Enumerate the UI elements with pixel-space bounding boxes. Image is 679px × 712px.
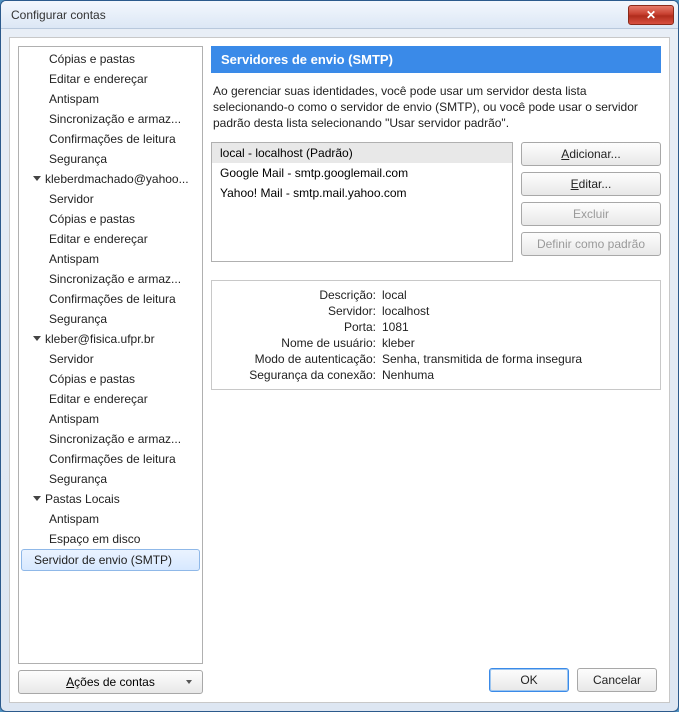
tree-item[interactable]: Editar e endereçar: [19, 69, 202, 89]
tree-item[interactable]: Editar e endereçar: [19, 389, 202, 409]
tree-item[interactable]: Confirmações de leitura: [19, 289, 202, 309]
tree-item[interactable]: Servidor: [19, 349, 202, 369]
smtp-panel: Servidores de envio (SMTP) Ao gerenciar …: [211, 46, 661, 694]
tree-item[interactable]: Cópias e pastas: [19, 209, 202, 229]
detail-row-description: Descrição: local: [222, 287, 650, 303]
tree-account-group[interactable]: kleber@fisica.ufpr.br: [19, 329, 202, 349]
account-actions-button[interactable]: Ações de contas: [18, 670, 203, 694]
tree-item[interactable]: Confirmações de leitura: [19, 129, 202, 149]
detail-row-username: Nome de usuário: kleber: [222, 335, 650, 351]
chevron-down-icon: [33, 336, 41, 341]
panel-description: Ao gerenciar suas identidades, você pode…: [211, 73, 661, 142]
close-icon: ✕: [646, 8, 656, 22]
tree-item[interactable]: Sincronização e armaz...: [19, 269, 202, 289]
detail-label: Modo de autenticação:: [222, 352, 382, 366]
smtp-details: Descrição: local Servidor: localhost Por…: [211, 280, 661, 390]
smtp-server-item[interactable]: Yahoo! Mail - smtp.mail.yahoo.com: [212, 183, 512, 203]
chevron-down-icon: [186, 680, 192, 684]
tree-item-smtp[interactable]: Servidor de envio (SMTP): [21, 549, 200, 571]
detail-row-auth-mode: Modo de autenticação: Senha, transmitida…: [222, 351, 650, 367]
detail-label: Descrição:: [222, 288, 382, 302]
smtp-server-item[interactable]: local - localhost (Padrão): [212, 143, 512, 163]
tree-item[interactable]: Antispam: [19, 409, 202, 429]
tree-item[interactable]: Sincronização e armaz...: [19, 109, 202, 129]
detail-value: 1081: [382, 320, 650, 334]
account-settings-window: Configurar contas ✕ Cópias e pastas Edit…: [0, 0, 679, 712]
tree-item[interactable]: Espaço em disco: [19, 529, 202, 549]
accounts-tree-pane: Cópias e pastas Editar e endereçar Antis…: [18, 46, 203, 694]
tree-item[interactable]: Confirmações de leitura: [19, 449, 202, 469]
tree-item[interactable]: Sincronização e armaz...: [19, 429, 202, 449]
add-button[interactable]: Adicionar...: [521, 142, 661, 166]
detail-value: Senha, transmitida de forma insegura: [382, 352, 650, 366]
tree-item[interactable]: Antispam: [19, 249, 202, 269]
dialog-footer: OK Cancelar: [489, 668, 657, 692]
set-default-button: Definir como padrão: [521, 232, 661, 256]
detail-value: localhost: [382, 304, 650, 318]
detail-value: Nenhuma: [382, 368, 650, 382]
ok-button[interactable]: OK: [489, 668, 569, 692]
tree-item[interactable]: Segurança: [19, 469, 202, 489]
detail-label: Servidor:: [222, 304, 382, 318]
smtp-block: local - localhost (Padrão) Google Mail -…: [211, 142, 661, 262]
cancel-button[interactable]: Cancelar: [577, 668, 657, 692]
dialog-body: Cópias e pastas Editar e endereçar Antis…: [9, 37, 670, 703]
smtp-server-item[interactable]: Google Mail - smtp.googlemail.com: [212, 163, 512, 183]
tree-item[interactable]: Cópias e pastas: [19, 49, 202, 69]
tree-item[interactable]: Antispam: [19, 89, 202, 109]
detail-label: Porta:: [222, 320, 382, 334]
window-title: Configurar contas: [11, 8, 628, 22]
detail-value: kleber: [382, 336, 650, 350]
detail-row-conn-security: Segurança da conexão: Nenhuma: [222, 367, 650, 383]
tree-account-group[interactable]: kleberdmachado@yahoo...: [19, 169, 202, 189]
tree-account-group[interactable]: Pastas Locais: [19, 489, 202, 509]
tree-item[interactable]: Segurança: [19, 149, 202, 169]
close-button[interactable]: ✕: [628, 5, 674, 25]
panel-title: Servidores de envio (SMTP): [211, 46, 661, 73]
chevron-down-icon: [33, 176, 41, 181]
detail-row-server: Servidor: localhost: [222, 303, 650, 319]
smtp-server-list[interactable]: local - localhost (Padrão) Google Mail -…: [211, 142, 513, 262]
account-actions-label: Ações de contas: [66, 675, 155, 689]
tree-item[interactable]: Cópias e pastas: [19, 369, 202, 389]
tree-item[interactable]: Antispam: [19, 509, 202, 529]
titlebar: Configurar contas ✕: [1, 1, 678, 29]
accounts-tree[interactable]: Cópias e pastas Editar e endereçar Antis…: [18, 46, 203, 664]
detail-label: Segurança da conexão:: [222, 368, 382, 382]
detail-label: Nome de usuário:: [222, 336, 382, 350]
delete-button: Excluir: [521, 202, 661, 226]
smtp-button-column: Adicionar... Editar... Excluir Definir c…: [521, 142, 661, 262]
chevron-down-icon: [33, 496, 41, 501]
tree-item[interactable]: Servidor: [19, 189, 202, 209]
detail-row-port: Porta: 1081: [222, 319, 650, 335]
edit-button[interactable]: Editar...: [521, 172, 661, 196]
tree-item[interactable]: Editar e endereçar: [19, 229, 202, 249]
tree-item[interactable]: Segurança: [19, 309, 202, 329]
detail-value: local: [382, 288, 650, 302]
